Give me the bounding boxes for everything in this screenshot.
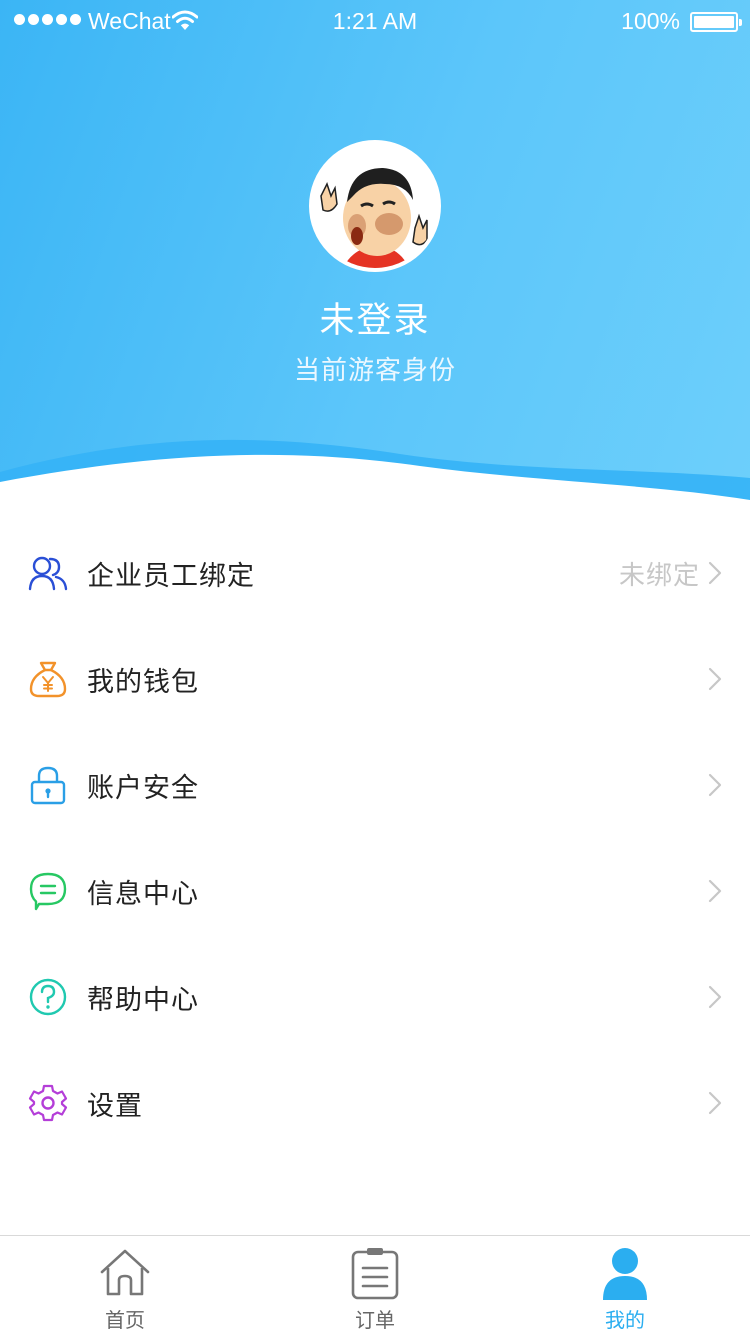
menu-label: 帮助中心 (87, 984, 199, 1016)
menu-item-employee-binding[interactable]: 企业员工绑定 未绑定 (0, 520, 750, 626)
menu-label: 信息中心 (87, 878, 199, 910)
avatar[interactable] (309, 140, 441, 272)
user-name[interactable]: 未登录 (0, 292, 750, 343)
settings-menu: 企业员工绑定 未绑定 我的钱包 账户安全 信息中心 帮助中心 设置 (0, 520, 750, 1156)
lock-icon (28, 765, 68, 805)
chevron-right-icon (708, 667, 722, 691)
menu-item-help-center[interactable]: 帮助中心 (0, 944, 750, 1050)
home-icon (100, 1249, 150, 1296)
menu-label: 账户安全 (87, 772, 199, 804)
message-icon (28, 871, 68, 911)
header-wave (0, 439, 750, 505)
menu-item-wallet[interactable]: 我的钱包 (0, 626, 750, 732)
help-icon (28, 977, 68, 1017)
status-bar: WeChat 1:21 AM 100% (0, 0, 750, 44)
chevron-right-icon (708, 879, 722, 903)
binding-status: 未绑定 (618, 560, 700, 591)
menu-label: 企业员工绑定 (87, 560, 255, 592)
tab-label: 首页 (105, 1308, 145, 1332)
profile-icon (603, 1248, 647, 1300)
chevron-right-icon (708, 1091, 722, 1115)
tab-label: 我的 (605, 1308, 645, 1332)
tab-label: 订单 (355, 1308, 395, 1332)
bottom-tab-bar: 首页 订单 我的 (0, 1235, 750, 1334)
menu-item-settings[interactable]: 设置 (0, 1050, 750, 1156)
users-icon (28, 553, 68, 593)
chevron-right-icon (708, 561, 722, 585)
tab-home[interactable]: 首页 (0, 1236, 250, 1334)
battery-icon (690, 12, 742, 32)
order-list-icon (351, 1248, 399, 1300)
tab-mine[interactable]: 我的 (500, 1236, 750, 1334)
profile-header: WeChat 1:21 AM 100% 未登录 当前游客身份 (0, 0, 750, 505)
menu-item-message-center[interactable]: 信息中心 (0, 838, 750, 944)
chevron-right-icon (708, 985, 722, 1009)
money-bag-icon (28, 659, 68, 699)
chevron-right-icon (708, 773, 722, 797)
battery-percentage: 100% (621, 8, 680, 34)
user-status-subtitle: 当前游客身份 (293, 356, 456, 386)
gear-icon (28, 1083, 68, 1123)
menu-label: 设置 (87, 1090, 143, 1122)
menu-label: 我的钱包 (87, 666, 199, 698)
menu-item-account-security[interactable]: 账户安全 (0, 732, 750, 838)
cartoon-avatar-image (313, 144, 437, 268)
tab-orders[interactable]: 订单 (250, 1236, 500, 1334)
